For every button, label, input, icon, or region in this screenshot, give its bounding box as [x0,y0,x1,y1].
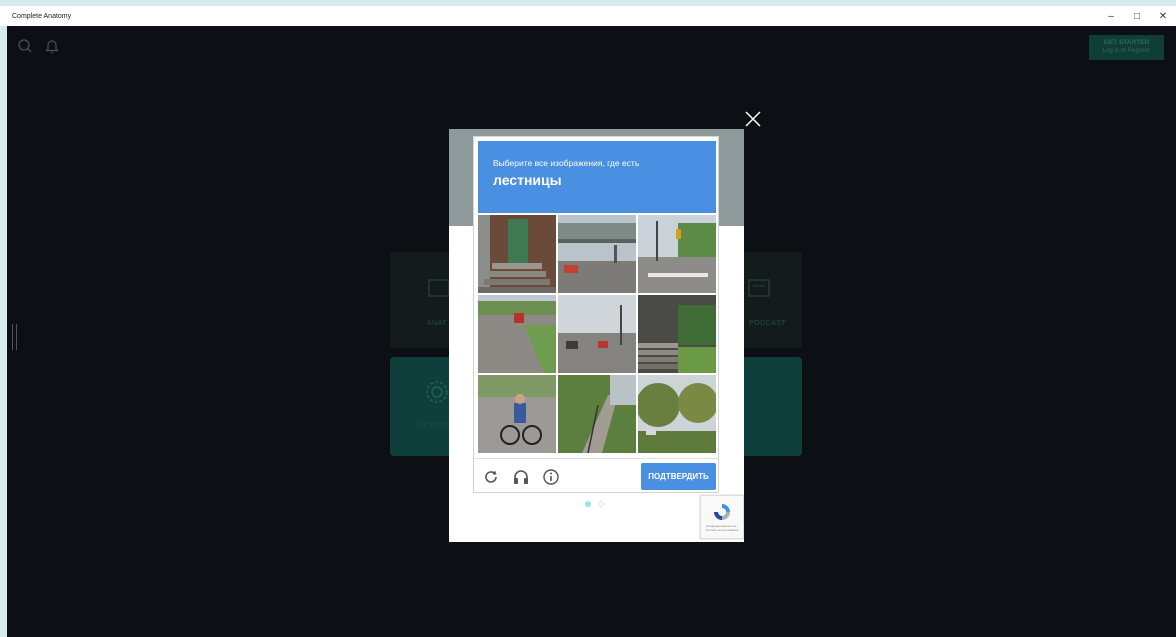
captcha-footer-divider [474,458,718,459]
audio-icon[interactable] [512,468,530,486]
captcha-target-word: лестницы [493,172,562,188]
captcha-image-tree-road[interactable] [638,375,716,453]
get-started-sublabel: Log in or Register [1102,48,1151,54]
recaptcha-badge[interactable]: Конфиденциальность - Условия использован… [700,495,744,539]
captcha-image-outdoor-stairs[interactable] [638,295,716,373]
side-drag-handle[interactable] [12,324,17,350]
get-started-button[interactable]: GET STARTED Log in or Register [1089,35,1164,60]
info-icon[interactable] [542,468,560,486]
recaptcha-challenge: Выберите все изображения, где есть лестн… [473,136,719,493]
minimize-button[interactable]: – [1098,6,1124,26]
reload-icon[interactable] [482,468,500,486]
captcha-image-street-crosswalk[interactable] [638,215,716,293]
tile-podcast-label: PODCAST [749,320,787,327]
close-icon[interactable] [744,110,762,128]
captcha-image-green-door-stairs[interactable] [478,215,556,293]
window-titlebar: Complete Anatomy – □ ✕ [0,6,1176,26]
tile-anatomy-label: ANAT [427,320,448,327]
search-icon[interactable] [17,38,33,54]
pagination-dots [585,501,609,509]
captcha-image-grid [478,215,716,453]
close-window-button[interactable]: ✕ [1150,6,1176,26]
get-started-label: GET STARTED [1103,39,1150,46]
recaptcha-badge-text: Конфиденциальность - Условия использован… [705,524,739,532]
pagination-dot[interactable] [598,501,604,507]
anatomy-icon [428,279,450,297]
captcha-instructions: Выберите все изображения, где есть лестн… [478,141,716,213]
captcha-instruction-text: Выберите все изображения, где есть [493,158,640,168]
pagination-dot-active[interactable] [585,501,591,507]
captcha-image-highway-overpass[interactable] [558,215,636,293]
recaptcha-logo-icon [714,504,730,520]
verify-button[interactable]: ПОДТВЕРДИТЬ [641,463,716,490]
bell-icon[interactable] [44,38,60,54]
gear-icon [426,381,448,403]
captcha-image-stairway-path[interactable] [558,375,636,453]
captcha-image-road-with-car[interactable] [478,295,556,373]
captcha-image-cyclist[interactable] [478,375,556,453]
window-controls: – □ ✕ [1098,6,1176,26]
podcast-icon [748,279,770,297]
window-title: Complete Anatomy [12,12,72,20]
restore-button[interactable]: □ [1124,6,1150,26]
captcha-image-intersection[interactable] [558,295,636,373]
